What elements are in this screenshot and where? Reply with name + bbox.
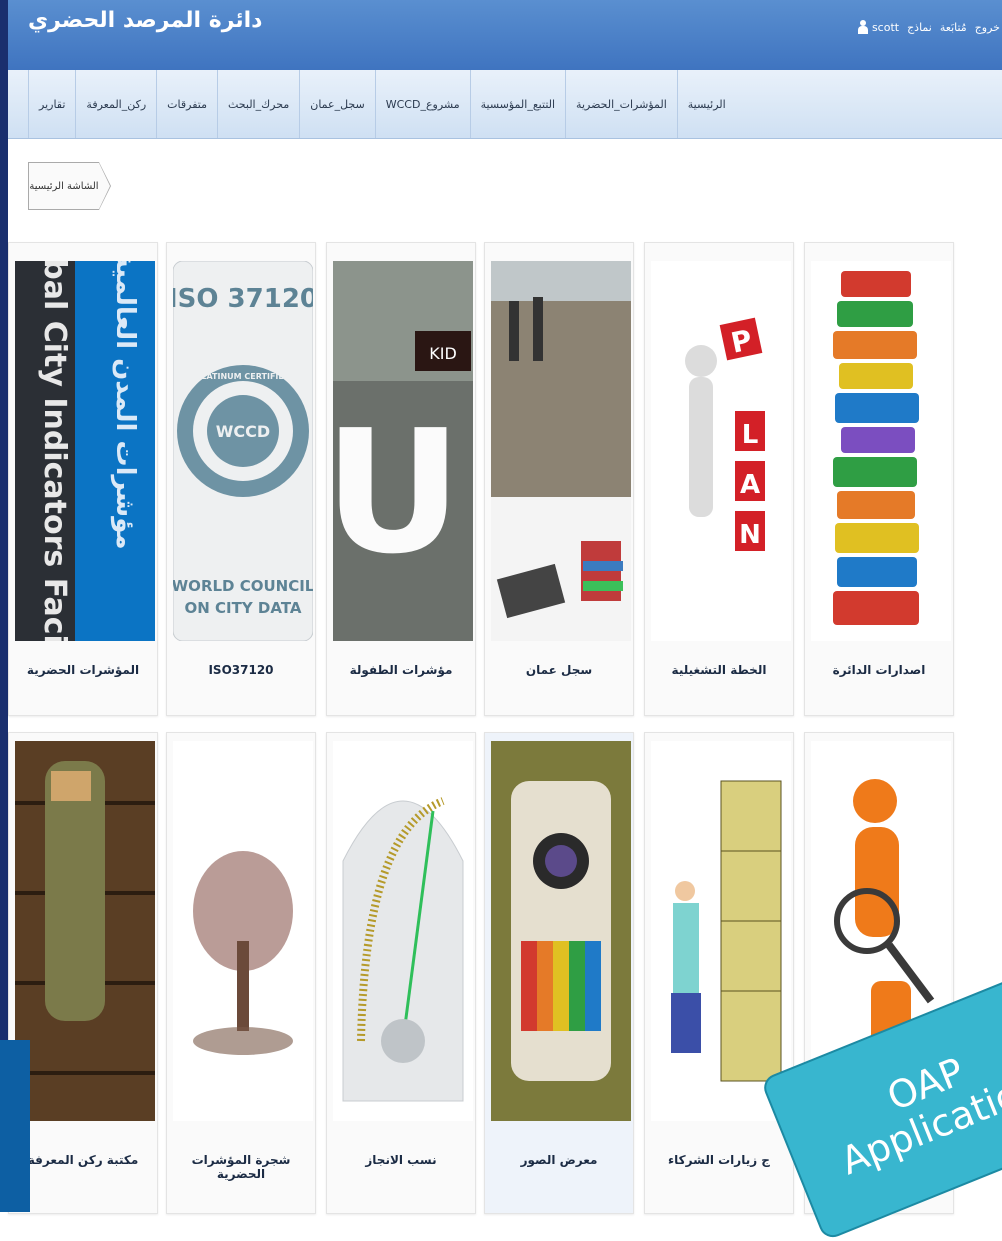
tile-image-gauge (333, 741, 473, 1121)
plan-letter-n: N (739, 520, 761, 550)
tile-image-books-stack (811, 261, 951, 641)
nav-item-knowledge-corner[interactable]: ركن_المعرفة (75, 70, 156, 138)
tile-image-camera (491, 741, 631, 1121)
tile-label: ج زيارات الشركاء (668, 1153, 770, 1167)
main-navbar: الرئيسية المؤشرات_الحضرية التتبع_المؤسسي… (8, 70, 1002, 139)
tile-label: مؤشرات الطفولة (349, 663, 453, 677)
left-blue-accent (0, 1040, 30, 1212)
tile-label: ISO37120 (208, 663, 274, 677)
nav-item-institutional-tracking[interactable]: التتبع_المؤسسية (469, 70, 565, 138)
tile-image-global-city-indicators: Global City Indicators Facility مؤشرات ا… (15, 261, 155, 641)
nav-item-search-engine[interactable]: محرك_البحث (216, 70, 299, 138)
tile-label: اصدارات الدائرة (832, 663, 926, 677)
app-header: دائرة المرصد الحضري خروج مُتابَعة نماذج … (8, 0, 1002, 71)
tile-amman-registry[interactable]: سجل عمان (484, 242, 634, 716)
tile-image-iso37120: ISO 37120 PLATINUM CERTIFIED WCCD WORLD … (173, 261, 313, 641)
tile-image-tree (173, 741, 313, 1121)
tile-image-file-cabinet (651, 741, 791, 1121)
tile-urban-indicators[interactable]: Global City Indicators Facility مؤشرات ا… (8, 242, 158, 716)
breadcrumb-home[interactable]: الشاشة الرئيسية (28, 162, 111, 210)
nav-item-urban-indicators[interactable]: المؤشرات_الحضرية (565, 70, 677, 138)
iso-badge-center: WCCD (216, 422, 270, 441)
kid-tag: KID (429, 344, 457, 363)
tile-label: المؤشرات الحضرية (26, 663, 140, 677)
iso-title: ISO 37120 (173, 284, 313, 314)
user-menu[interactable]: scott (857, 20, 900, 34)
gci-arabic-text: مؤشرات المدن العالمية (110, 261, 140, 550)
app-title: دائرة المرصد الحضري (28, 8, 263, 33)
nav-item-wccd-project[interactable]: مشروع_WCCD (374, 70, 470, 138)
nav-item-amman-registry[interactable]: سجل_عمان (299, 70, 375, 138)
tile-childhood-indicators[interactable]: KID U مؤشرات الطفولة (326, 242, 476, 716)
tile-label: شجرة المؤشرات الحضرية (191, 1153, 291, 1181)
tile-photo-gallery[interactable]: معرض الصور (484, 732, 634, 1214)
breadcrumb-label: الشاشة الرئيسية (29, 180, 99, 192)
tile-label: معرض الصور (520, 1153, 598, 1167)
tile-operational-plan[interactable]: P L A N الخطة التشغيلية (644, 242, 794, 716)
plan-letter-a: A (740, 470, 760, 500)
header-links: خروج مُتابَعة نماذج scott (857, 20, 1000, 34)
left-edge-stripe (0, 0, 8, 1212)
gci-text: Global City Indicators Facility (37, 261, 72, 641)
tile-image-plan: P L A N (651, 261, 791, 641)
header-link-forms[interactable]: نماذج (907, 21, 932, 34)
kid-letter: U (333, 394, 462, 592)
tile-image-skyline-books (491, 261, 631, 641)
plan-letter-l: L (742, 420, 759, 450)
iso-footer-2: ON CITY DATA (184, 599, 301, 617)
tile-publications[interactable]: اصدارات الدائرة (804, 242, 954, 716)
tile-partner-visits[interactable]: ج زيارات الشركاء (644, 732, 794, 1214)
nav-item-miscellaneous[interactable]: متفرقات (156, 70, 217, 138)
tile-achievement-rates[interactable]: نسب الانجاز (326, 732, 476, 1214)
user-icon (857, 20, 868, 34)
tile-knowledge-library[interactable]: مكتبة ركن المعرفة (8, 732, 158, 1214)
nav-item-home[interactable]: الرئيسية (676, 70, 736, 138)
iso-footer-1: WORLD COUNCIL (173, 577, 313, 595)
tile-label: الخطة التشغيلية (671, 663, 767, 677)
nav-item-reports[interactable]: تقارير (28, 70, 75, 138)
tile-image-kid: KID U (333, 261, 473, 641)
iso-badge-top: PLATINUM CERTIFIED (195, 372, 290, 381)
username: scott (871, 20, 900, 34)
tile-iso37120[interactable]: ISO 37120 PLATINUM CERTIFIED WCCD WORLD … (166, 242, 316, 716)
tile-label: مكتبة ركن المعرفة (27, 1153, 139, 1167)
nav-menu: الرئيسية المؤشرات_الحضرية التتبع_المؤسسي… (28, 70, 736, 138)
tile-label: سجل عمان (525, 663, 593, 677)
header-link-follow[interactable]: مُتابَعة (940, 21, 967, 34)
header-link-logout[interactable]: خروج (975, 21, 1000, 34)
tile-label: نسب الانجاز (365, 1153, 437, 1167)
tile-image-library (15, 741, 155, 1121)
tile-indicators-tree[interactable]: شجرة المؤشرات الحضرية (166, 732, 316, 1214)
